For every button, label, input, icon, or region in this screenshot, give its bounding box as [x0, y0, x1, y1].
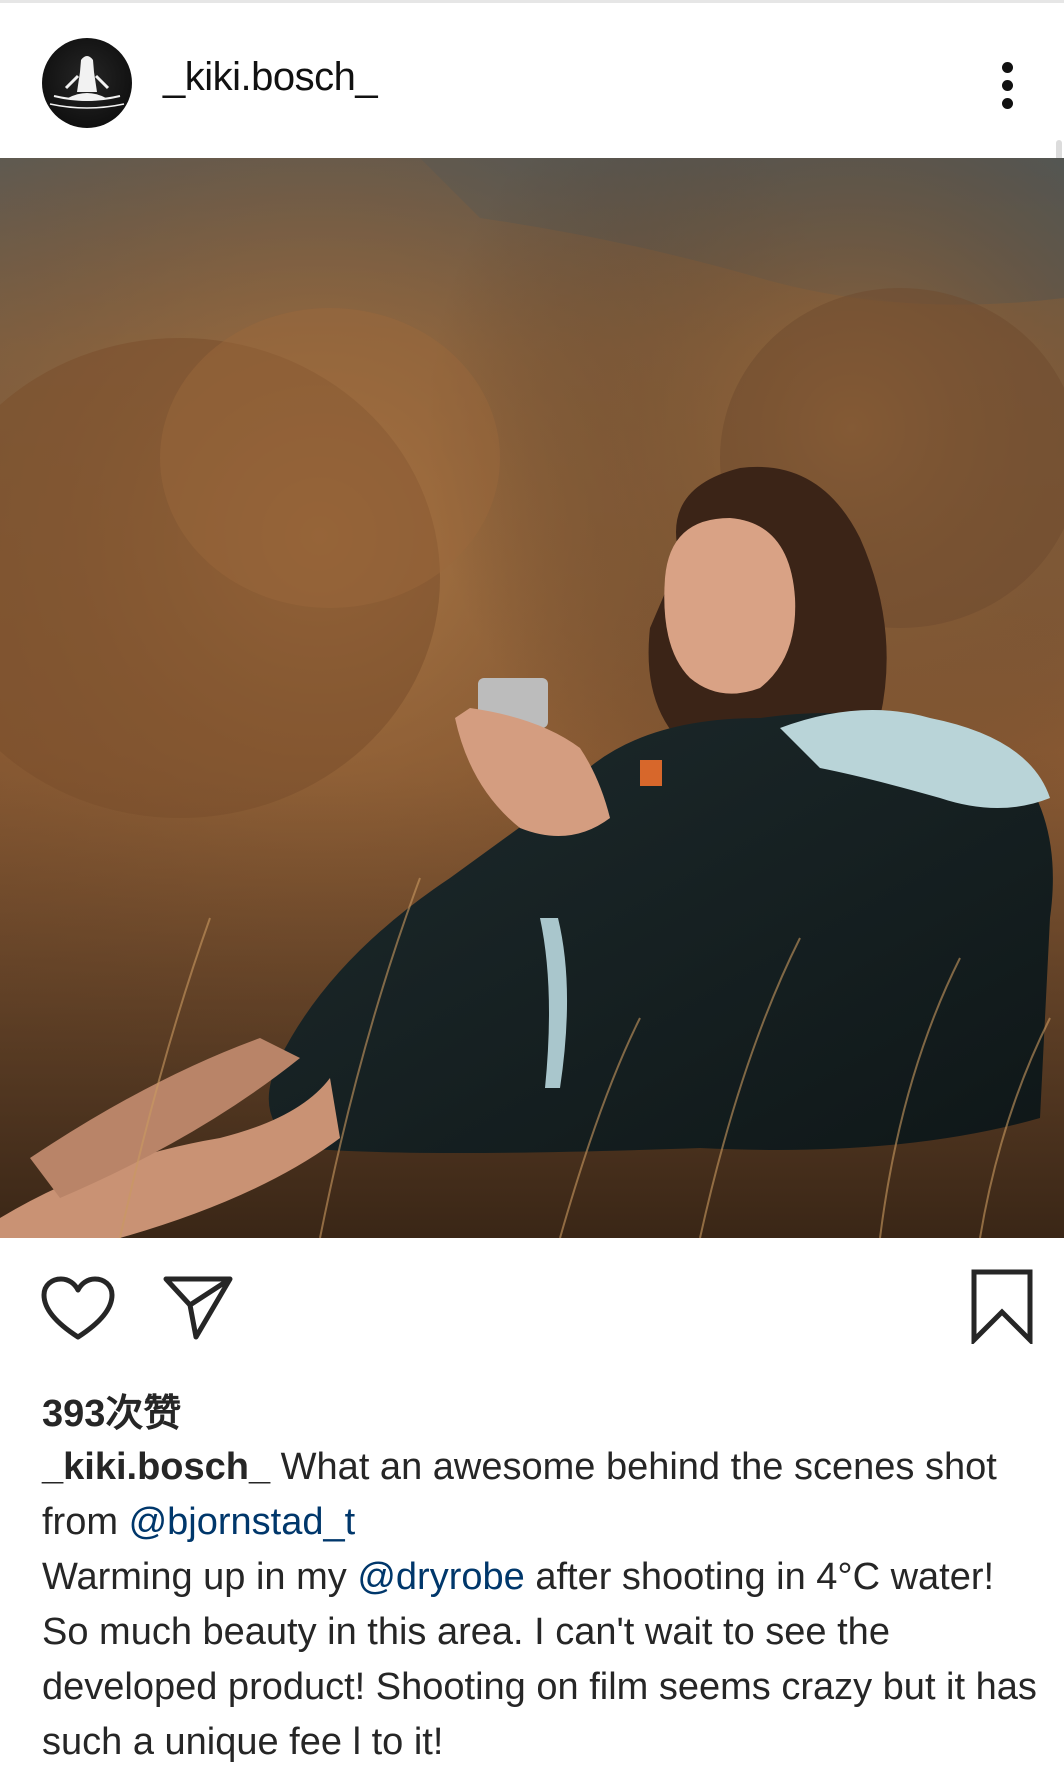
action-bar [0, 1250, 1064, 1360]
more-options-button[interactable] [992, 58, 1022, 112]
like-count[interactable]: 393次赞 [42, 1382, 181, 1437]
dot [1002, 80, 1013, 91]
username[interactable]: _kiki.bosch_ [163, 55, 378, 100]
caption-text: Warming up in my [42, 1556, 358, 1598]
post-caption: _kiki.bosch_ What an awesome behind the … [42, 1440, 1042, 1770]
heart-icon[interactable] [40, 1275, 116, 1343]
dot [1002, 62, 1013, 73]
send-icon[interactable] [162, 1275, 234, 1341]
woman-with-cup-photo [0, 158, 1064, 1238]
mention-link[interactable]: @dryrobe [357, 1556, 524, 1598]
post-photo[interactable] [0, 158, 1064, 1238]
caption-username[interactable]: _kiki.bosch_ [42, 1446, 270, 1488]
avatar[interactable] [42, 38, 132, 128]
mention-link[interactable]: @bjornstad_t [129, 1501, 356, 1543]
post-header: _kiki.bosch_ [0, 3, 1064, 158]
bookmark-icon[interactable] [970, 1268, 1034, 1344]
dot [1002, 98, 1013, 109]
meditation-figure-icon [49, 56, 125, 109]
